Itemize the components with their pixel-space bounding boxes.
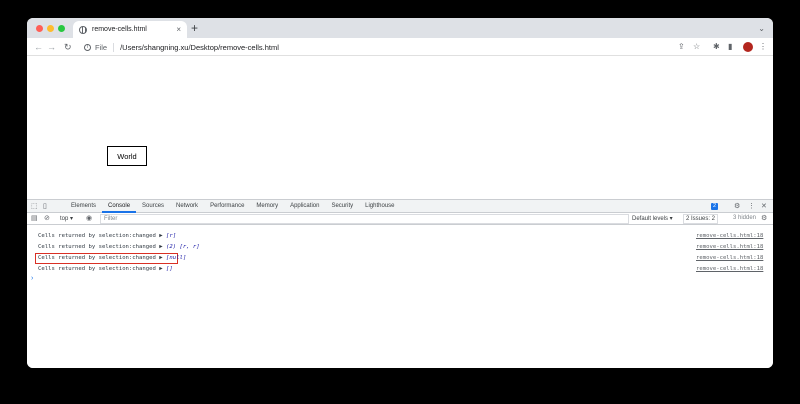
log-prefix: Cells returned by selection:changed ▶ xyxy=(38,233,163,239)
log-source-link[interactable]: remove-cells.html:18 xyxy=(696,242,763,253)
log-message: Cells returned by selection:changed ▶ [] xyxy=(38,264,173,275)
more-menu-icon[interactable]: ⋮ xyxy=(759,42,767,52)
console-sidebar-icon[interactable]: ▤ xyxy=(31,214,38,223)
url-scheme: File xyxy=(95,42,108,52)
log-message: Cells returned by selection:changed ▶ [n… xyxy=(38,253,186,264)
more-options-icon[interactable]: ⋮ xyxy=(748,202,755,211)
log-source-link[interactable]: remove-cells.html:18 xyxy=(696,264,763,275)
devtools-tabbar: ⬚ ▯ Elements Console Sources Network Per… xyxy=(27,200,773,213)
tab-performance[interactable]: Performance xyxy=(204,200,250,213)
devtools-tablist: Elements Console Sources Network Perform… xyxy=(65,200,401,213)
globe-icon xyxy=(79,25,87,34)
url-divider xyxy=(113,42,115,52)
console-toolbar: ▤ ⊘ top ▾ ◉ Filter Default levels ▾ 2 Is… xyxy=(27,213,773,225)
log-value[interactable]: [null] xyxy=(166,255,186,261)
info-icon[interactable]: i xyxy=(84,43,91,51)
url-text[interactable]: /Users/shangning.xu/Desktop/remove-cells… xyxy=(120,43,279,52)
console-output: Cells returned by selection:changed ▶ [r… xyxy=(27,225,773,282)
issues-badge[interactable]: 2 xyxy=(711,203,719,210)
tab-application[interactable]: Application xyxy=(284,200,325,213)
log-source-link[interactable]: remove-cells.html:18 xyxy=(696,231,763,242)
tab-network[interactable]: Network xyxy=(170,200,204,213)
reload-button[interactable]: ↻ xyxy=(64,41,72,53)
forward-button[interactable]: → xyxy=(47,41,56,53)
page-content: World xyxy=(27,56,773,199)
tab-title: remove-cells.html xyxy=(92,26,147,33)
issues-button[interactable]: 2 Issues: 2 xyxy=(683,214,719,224)
tab-remove-cells[interactable]: remove-cells.html × xyxy=(73,21,187,38)
log-message: Cells returned by selection:changed ▶ [r… xyxy=(38,231,176,242)
avatar[interactable] xyxy=(743,42,753,52)
list-item: Cells returned by selection:changed ▶ [r… xyxy=(27,231,773,242)
log-value[interactable]: [r] xyxy=(166,233,176,239)
log-prefix: Cells returned by selection:changed ▶ xyxy=(38,255,163,261)
log-source-link[interactable]: remove-cells.html:18 xyxy=(696,253,763,264)
devtools-panel: ⬚ ▯ Elements Console Sources Network Per… xyxy=(27,199,773,368)
filter-input[interactable]: Filter xyxy=(100,214,629,224)
tab-lighthouse[interactable]: Lighthouse xyxy=(359,200,400,213)
close-icon[interactable]: ✕ xyxy=(761,202,767,211)
bookmark-star-icon[interactable]: ☆ xyxy=(693,42,700,52)
side-panel-icon[interactable]: ▮ xyxy=(728,42,732,52)
log-value[interactable]: [] xyxy=(166,266,173,272)
list-item: Cells returned by selection:changed ▶ [n… xyxy=(27,253,773,264)
console-settings-icon[interactable]: ⚙ xyxy=(761,214,767,223)
tab-console[interactable]: Console xyxy=(102,200,137,213)
tab-sources[interactable]: Sources xyxy=(136,200,170,213)
chevron-down-icon[interactable]: ⌄ xyxy=(758,24,765,33)
context-selector[interactable]: top ▾ xyxy=(60,215,73,222)
zoom-window-button[interactable] xyxy=(58,25,65,32)
log-levels-dropdown[interactable]: Default levels ▾ xyxy=(632,215,673,222)
tab-strip: remove-cells.html × + ⌄ xyxy=(27,18,773,38)
tab-elements[interactable]: Elements xyxy=(65,200,102,213)
close-icon[interactable]: × xyxy=(176,25,181,34)
share-icon[interactable]: ⇪ xyxy=(678,42,685,52)
table-cell[interactable]: World xyxy=(107,146,147,166)
log-prefix: Cells returned by selection:changed ▶ xyxy=(38,244,163,250)
hidden-count: 3 hidden xyxy=(733,215,757,221)
close-window-button[interactable] xyxy=(36,25,43,32)
new-tab-button[interactable]: + xyxy=(191,22,198,34)
console-prompt[interactable]: › xyxy=(31,275,33,282)
eye-icon[interactable]: ◉ xyxy=(86,214,92,223)
back-button[interactable]: ← xyxy=(34,41,43,53)
tab-memory[interactable]: Memory xyxy=(250,200,284,213)
list-item: Cells returned by selection:changed ▶ (2… xyxy=(27,242,773,253)
log-message: Cells returned by selection:changed ▶ (2… xyxy=(38,242,200,253)
device-toolbar-icon[interactable]: ▯ xyxy=(43,202,47,211)
inspect-element-icon[interactable]: ⬚ xyxy=(31,202,38,211)
log-value[interactable]: (2) [r, r] xyxy=(166,244,200,250)
list-item: Cells returned by selection:changed ▶ []… xyxy=(27,264,773,275)
clear-console-icon[interactable]: ⊘ xyxy=(44,214,50,223)
log-prefix: Cells returned by selection:changed ▶ xyxy=(38,266,163,272)
extensions-icon[interactable]: ✱ xyxy=(713,42,720,52)
address-bar[interactable]: i File /Users/shangning.xu/Desktop/remov… xyxy=(82,40,665,54)
tab-security[interactable]: Security xyxy=(325,200,359,213)
browser-toolbar: ← → ↻ i File /Users/shangning.xu/Desktop… xyxy=(27,38,773,56)
minimize-window-button[interactable] xyxy=(47,25,54,32)
gear-icon[interactable]: ⚙ xyxy=(734,202,740,211)
browser-window: remove-cells.html × + ⌄ ← → ↻ i File /Us… xyxy=(27,18,773,368)
